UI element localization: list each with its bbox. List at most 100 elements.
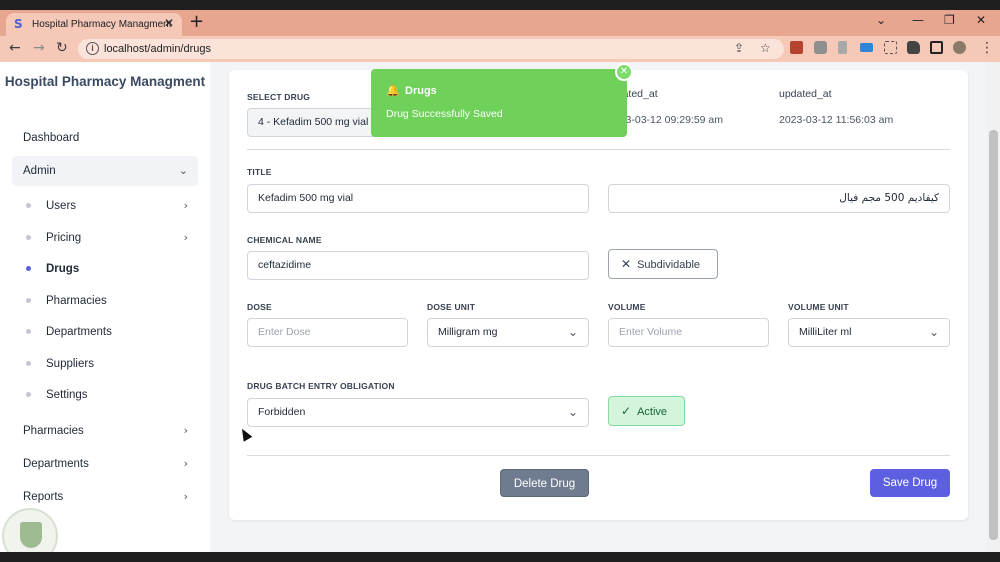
browser-tab[interactable]: S Hospital Pharmacy Managment ✕ (6, 13, 182, 36)
maximize-icon[interactable]: ❐ (944, 13, 955, 27)
url-text: localhost/admin/drugs (104, 43, 212, 55)
bullet-icon (26, 392, 31, 397)
bullet-icon (26, 361, 31, 366)
window-close-icon[interactable]: ✕ (976, 13, 986, 27)
chemical-name-value: ceftazidime (258, 259, 312, 271)
sidebar-item-admin[interactable]: Admin ⌄ (12, 156, 198, 186)
sidebar-item-label: Users (46, 200, 77, 212)
batch-obligation-label: DRUG BATCH ENTRY OBLIGATION (247, 381, 395, 391)
sidebar-item-label: Pharmacies (23, 425, 84, 437)
chevron-right-icon: › (183, 231, 188, 244)
new-tab-icon[interactable]: + (189, 13, 204, 31)
volume-placeholder: Enter Volume (619, 326, 683, 338)
updated-at-label: updated_at (779, 88, 832, 100)
chevron-down-icon[interactable]: ⌄ (876, 13, 886, 27)
toast-message: Drug Successfully Saved (386, 108, 503, 120)
forward-icon[interactable]: → (33, 40, 45, 56)
toast-title: Drugs (405, 85, 437, 97)
sidebar-item-label: Reports (23, 491, 64, 503)
chemical-name-label: CHEMICAL NAME (247, 235, 322, 245)
check-icon: ✓ (621, 404, 632, 418)
sidebar-item-departments[interactable]: Departments › (12, 449, 198, 479)
mouse-icon[interactable] (838, 41, 847, 54)
browser-tab-bar: S Hospital Pharmacy Managment ✕ + ⌄ — ❐ … (0, 0, 1000, 36)
sidebar-item-reports[interactable]: Reports › (12, 482, 198, 512)
camera-icon[interactable] (814, 41, 827, 54)
bell-icon: 🔔 (386, 84, 400, 97)
sidebar: Hospital Pharmacy Managment Dashboard Ad… (0, 62, 210, 552)
sidebar-item-label: Settings (46, 389, 88, 401)
active-label: Active (637, 406, 668, 418)
share-icon[interactable]: ⇪ (734, 41, 744, 55)
sidebar-item-label: Admin (23, 165, 56, 177)
drug-form-card: SELECT DRUG 4 - Kefadim 500 mg vial crea… (229, 70, 968, 520)
menu-kebab-icon[interactable]: ⋮ (980, 40, 994, 56)
sidebar-item-suppliers[interactable]: Suppliers (26, 351, 198, 377)
profile-avatar-icon[interactable] (953, 41, 966, 54)
bullet-icon (26, 266, 31, 271)
volume-label: VOLUME (608, 302, 646, 312)
minimize-icon[interactable]: — (912, 13, 924, 27)
sidebar-item-label: Departments (46, 326, 112, 338)
bullet-icon (26, 203, 31, 208)
page-scrollbar[interactable] (987, 62, 1000, 552)
chevron-right-icon: › (183, 490, 188, 503)
active-toggle[interactable]: ✓ Active (608, 396, 685, 426)
sidebar-item-drugs[interactable]: Drugs (26, 256, 198, 282)
volume-unit-select[interactable]: MilliLiter ml ⌄ (788, 318, 950, 347)
extension-icon[interactable] (790, 41, 803, 54)
chevron-down-icon: ⌄ (178, 164, 188, 177)
volume-field[interactable]: Enter Volume (608, 318, 769, 347)
save-drug-button[interactable]: Save Drug (870, 469, 950, 497)
sidebar-item-departments-admin[interactable]: Departments (26, 319, 198, 345)
sidebar-item-users[interactable]: Users › (26, 193, 198, 219)
sidebar-item-label: Suppliers (46, 358, 94, 370)
chevron-right-icon: › (183, 424, 188, 437)
select-drug-label: SELECT DRUG (247, 92, 311, 102)
bullet-icon (26, 235, 31, 240)
toast-close-icon[interactable]: ✕ (615, 63, 633, 81)
scrollbar-thumb[interactable] (989, 130, 998, 540)
screenshot-icon[interactable] (884, 41, 897, 54)
sidebar-item-label: Dashboard (23, 132, 80, 144)
chemical-name-field[interactable]: ceftazidime (247, 251, 589, 280)
title-arabic-field[interactable]: كيفاديم 500 مجم فيال (608, 184, 950, 213)
dose-unit-select[interactable]: Milligram mg ⌄ (427, 318, 589, 347)
extension-bars-icon[interactable] (860, 43, 873, 52)
x-icon: ✕ (621, 257, 632, 271)
close-icon[interactable]: ✕ (164, 17, 174, 29)
bookmark-star-icon[interactable]: ☆ (760, 41, 771, 55)
chevron-down-icon: ⌄ (567, 325, 578, 339)
sidebar-item-dashboard[interactable]: Dashboard (12, 123, 198, 153)
reload-icon[interactable]: ↻ (56, 40, 68, 56)
address-bar: ← → ↻ i localhost/admin/drugs ⇪ ☆ ⋮ (0, 36, 1000, 62)
sidebar-item-label: Departments (23, 458, 89, 470)
volume-unit-label: VOLUME UNIT (788, 302, 849, 312)
title-arabic-value: كيفاديم 500 مجم فيال (839, 192, 939, 204)
tab-title: Hospital Pharmacy Managment (32, 19, 172, 30)
sidebar-item-label: Pricing (46, 232, 82, 244)
delete-drug-button[interactable]: Delete Drug (500, 469, 589, 497)
divider (247, 455, 950, 456)
info-icon[interactable]: i (86, 42, 99, 55)
title-field[interactable]: Kefadim 500 mg vial (247, 184, 589, 213)
extensions-puzzle-icon[interactable] (907, 41, 920, 54)
shield-icon (20, 522, 42, 548)
title-value: Kefadim 500 mg vial (258, 192, 354, 204)
sidebar-item-settings[interactable]: Settings (26, 382, 198, 408)
dose-unit-value: Milligram mg (438, 326, 498, 338)
chevron-down-icon: ⌄ (567, 405, 578, 419)
sidebar-item-pharmacies[interactable]: Pharmacies › (12, 416, 198, 446)
sidebar-item-pharmacies-admin[interactable]: Pharmacies (26, 288, 198, 314)
dose-field[interactable]: Enter Dose (247, 318, 408, 347)
volume-unit-value: MilliLiter ml (799, 326, 852, 338)
url-field[interactable]: i localhost/admin/drugs ⇪ ☆ (78, 39, 784, 59)
subdividable-toggle[interactable]: ✕ Subdividable (608, 249, 718, 279)
back-icon[interactable]: ← (9, 40, 21, 56)
sidebar-panel-icon[interactable] (930, 41, 943, 54)
updated-at-value: 2023-03-12 11:56:03 am (779, 114, 894, 126)
dose-label: DOSE (247, 302, 272, 312)
batch-obligation-select[interactable]: Forbidden ⌄ (247, 398, 589, 427)
sidebar-item-pricing[interactable]: Pricing › (26, 225, 198, 251)
sidebar-item-label: Drugs (46, 263, 80, 275)
